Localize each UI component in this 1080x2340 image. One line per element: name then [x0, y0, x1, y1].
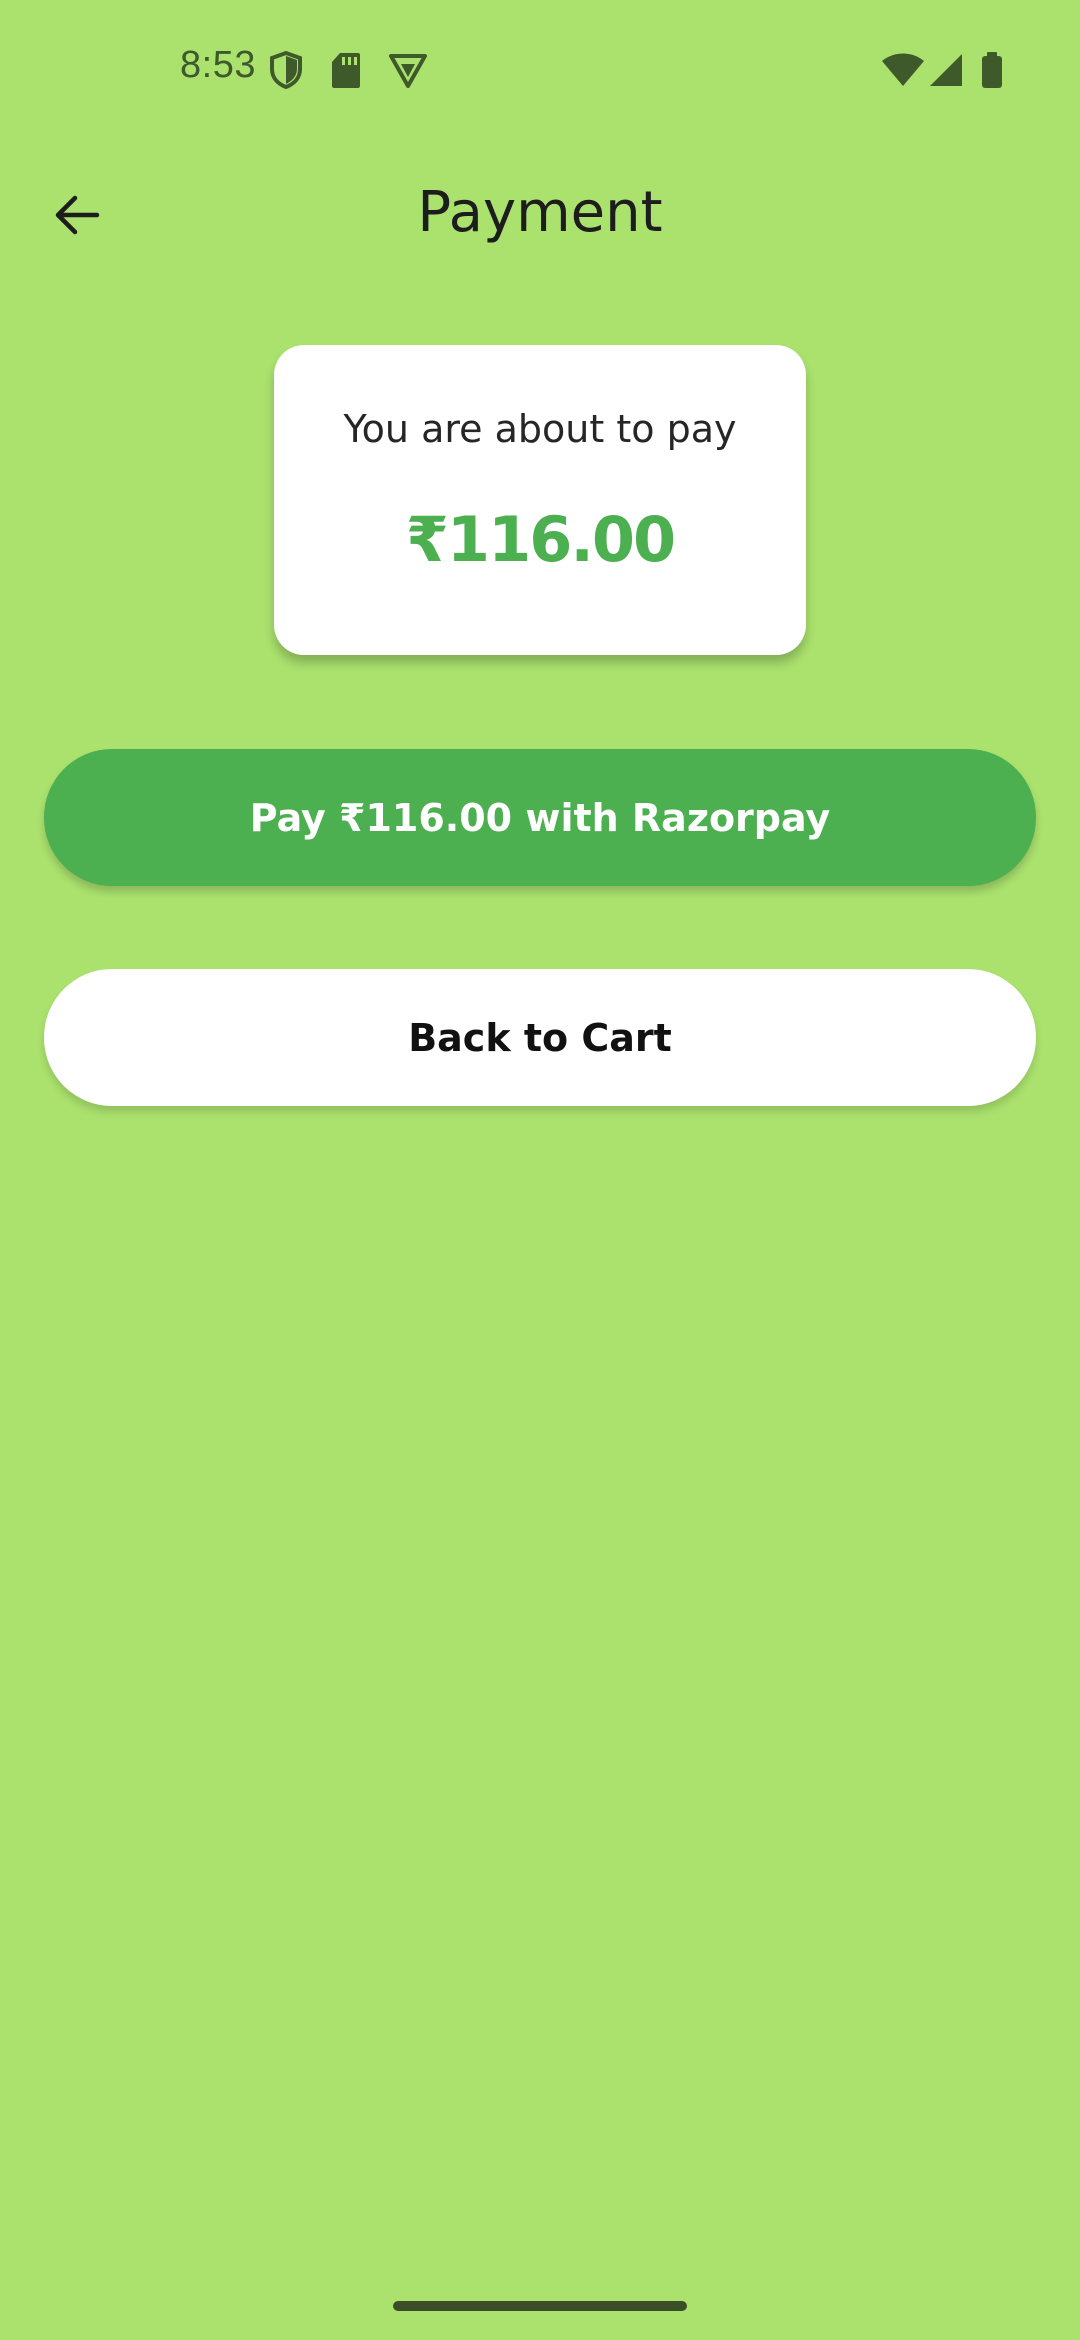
- pay-with-razorpay-button[interactable]: Pay ₹116.00 with Razorpay: [44, 749, 1036, 886]
- signal-icon: [928, 50, 964, 90]
- battery-icon: [980, 50, 1004, 90]
- pay-button-label: Pay ₹116.00 with Razorpay: [249, 795, 831, 840]
- back-to-cart-button[interactable]: Back to Cart: [44, 969, 1036, 1106]
- payment-summary-card: You are about to pay ₹116.00: [274, 345, 806, 655]
- app-bar: Payment: [0, 160, 1080, 270]
- home-indicator[interactable]: [393, 2301, 687, 2311]
- shield-icon: [268, 50, 304, 90]
- sd-card-icon: [330, 50, 362, 90]
- page-title: Payment: [417, 180, 663, 245]
- status-time: 8:53: [180, 44, 256, 86]
- summary-label: You are about to pay: [343, 407, 737, 451]
- payment-amount: ₹116.00: [405, 503, 676, 576]
- wifi-icon: [880, 50, 926, 90]
- status-bar: 8:53: [0, 0, 1080, 140]
- vpn-icon: [388, 50, 428, 90]
- back-to-cart-label: Back to Cart: [408, 1015, 672, 1060]
